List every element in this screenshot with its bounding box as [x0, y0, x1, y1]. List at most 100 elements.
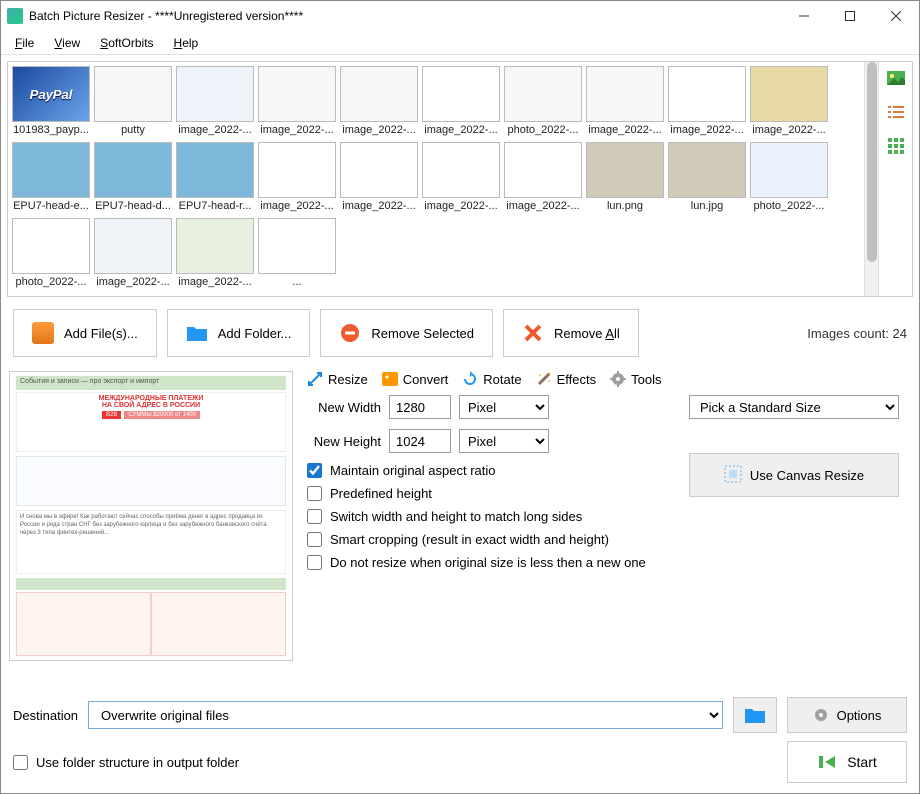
- bottom-panel: Destination Overwrite original files Opt…: [1, 689, 919, 793]
- thumbnail-item[interactable]: image_2022-...: [504, 142, 582, 214]
- browse-folder-button[interactable]: [733, 697, 777, 733]
- thumbnail-item[interactable]: image_2022-...: [258, 66, 336, 138]
- thumbnail-item[interactable]: lun.jpg: [668, 142, 746, 214]
- thumbnail-label: image_2022-...: [340, 124, 418, 136]
- close-icon: [891, 11, 901, 21]
- app-icon: [7, 8, 23, 24]
- thumbnail-item[interactable]: image_2022-...: [422, 142, 500, 214]
- thumbnail-image: [504, 142, 582, 198]
- add-files-button[interactable]: Add File(s)...: [13, 309, 157, 357]
- options-button[interactable]: Options: [787, 697, 907, 733]
- smart-cropping-checkbox[interactable]: [307, 532, 322, 547]
- thumbnail-item[interactable]: EPU7-head-d...: [94, 142, 172, 214]
- maintain-aspect-checkbox[interactable]: [307, 463, 322, 478]
- use-folder-structure-checkbox[interactable]: [13, 755, 28, 770]
- gallery-scrollbar[interactable]: [864, 62, 878, 296]
- thumbnail-item[interactable]: image_2022-...: [176, 218, 254, 290]
- tab-convert[interactable]: Convert: [382, 371, 449, 387]
- add-folder-label: Add Folder...: [218, 326, 292, 341]
- remove-selected-button[interactable]: Remove Selected: [320, 309, 493, 357]
- thumbnail-image: [750, 142, 828, 198]
- folder-icon: [186, 322, 208, 344]
- close-button[interactable]: [873, 1, 919, 31]
- preview-pane: События и записи — про экспорт и импорт …: [1, 363, 301, 689]
- app-window: Batch Picture Resizer - ****Unregistered…: [0, 0, 920, 794]
- remove-all-button[interactable]: Remove All: [503, 309, 639, 357]
- thumbnail-image: [422, 142, 500, 198]
- preview-image: События и записи — про экспорт и импорт …: [9, 371, 293, 661]
- thumbnail-image: [176, 142, 254, 198]
- browse-folder-icon: [744, 706, 766, 724]
- view-list-icon[interactable]: [886, 102, 906, 122]
- menu-view[interactable]: View: [46, 34, 88, 52]
- new-height-input[interactable]: [389, 429, 451, 453]
- thumbnail-image: [12, 142, 90, 198]
- thumbnail-gallery[interactable]: PayPal101983_payp...puttyimage_2022-...i…: [8, 62, 864, 296]
- thumbnail-item[interactable]: lun.png: [586, 142, 664, 214]
- action-bar: Add File(s)... Add Folder... Remove Sele…: [1, 303, 919, 363]
- thumbnail-image: [340, 66, 418, 122]
- thumbnail-image: [504, 66, 582, 122]
- start-button[interactable]: Start: [787, 741, 907, 783]
- tab-resize-label: Resize: [328, 372, 368, 387]
- thumbnail-item[interactable]: image_2022-...: [94, 218, 172, 290]
- thumbnail-item[interactable]: photo_2022-...: [750, 142, 828, 214]
- thumbnail-item[interactable]: image_2022-...: [750, 66, 828, 138]
- menu-help[interactable]: Help: [166, 34, 207, 52]
- thumbnail-image: [258, 142, 336, 198]
- tab-rotate[interactable]: Rotate: [462, 371, 521, 387]
- tab-resize[interactable]: Resize: [307, 371, 368, 387]
- smart-cropping-label: Smart cropping (result in exact width an…: [330, 532, 609, 547]
- thumbnail-label: image_2022-...: [422, 124, 500, 136]
- destination-select[interactable]: Overwrite original files: [88, 701, 723, 729]
- thumbnail-item[interactable]: ...: [258, 218, 336, 290]
- images-count: Images count: 24: [807, 326, 907, 341]
- standard-size-select[interactable]: Pick a Standard Size: [689, 395, 899, 419]
- thumbnail-item[interactable]: image_2022-...: [176, 66, 254, 138]
- thumbnail-item[interactable]: photo_2022-...: [504, 66, 582, 138]
- canvas-resize-button[interactable]: Use Canvas Resize: [689, 453, 899, 497]
- tab-tools-label: Tools: [631, 372, 661, 387]
- thumbnail-item[interactable]: EPU7-head-r...: [176, 142, 254, 214]
- no-resize-checkbox[interactable]: [307, 555, 322, 570]
- width-unit-select[interactable]: Pixel: [459, 395, 549, 419]
- predefined-height-checkbox[interactable]: [307, 486, 322, 501]
- thumbnail-image: [668, 66, 746, 122]
- switch-sides-checkbox[interactable]: [307, 509, 322, 524]
- thumbnail-item[interactable]: image_2022-...: [340, 142, 418, 214]
- thumbnail-item[interactable]: putty: [94, 66, 172, 138]
- tabs: Resize Convert Rotate Effects Tools: [301, 367, 909, 395]
- thumbnail-item[interactable]: image_2022-...: [668, 66, 746, 138]
- view-large-icon[interactable]: [886, 68, 906, 88]
- resize-icon: [307, 371, 323, 387]
- canvas-icon: [724, 465, 742, 486]
- add-folder-button[interactable]: Add Folder...: [167, 309, 311, 357]
- thumbnail-image: [586, 66, 664, 122]
- height-unit-select[interactable]: Pixel: [459, 429, 549, 453]
- tab-effects[interactable]: Effects: [536, 371, 597, 387]
- thumbnail-item[interactable]: PayPal101983_payp...: [12, 66, 90, 138]
- menu-file[interactable]: File: [7, 34, 42, 52]
- thumbnail-label: image_2022-...: [94, 276, 172, 288]
- thumbnail-label: image_2022-...: [258, 124, 336, 136]
- view-grid-icon[interactable]: [886, 136, 906, 156]
- thumbnail-item[interactable]: EPU7-head-e...: [12, 142, 90, 214]
- new-height-label: New Height: [301, 434, 381, 449]
- new-width-input[interactable]: [389, 395, 451, 419]
- thumbnail-item[interactable]: image_2022-...: [340, 66, 418, 138]
- thumbnail-label: image_2022-...: [176, 124, 254, 136]
- maximize-button[interactable]: [827, 1, 873, 31]
- thumbnail-label: EPU7-head-r...: [176, 200, 254, 212]
- thumbnail-item[interactable]: image_2022-...: [422, 66, 500, 138]
- thumbnail-item[interactable]: photo_2022-...: [12, 218, 90, 290]
- thumbnail-item[interactable]: image_2022-...: [586, 66, 664, 138]
- tab-tools[interactable]: Tools: [610, 371, 661, 387]
- thumbnail-label: EPU7-head-e...: [12, 200, 90, 212]
- minimize-button[interactable]: [781, 1, 827, 31]
- menu-softorbits[interactable]: SoftOrbits: [92, 34, 161, 52]
- scrollbar-thumb[interactable]: [867, 62, 877, 262]
- options-label: Options: [837, 708, 882, 723]
- tab-effects-label: Effects: [557, 372, 597, 387]
- thumbnail-item[interactable]: image_2022-...: [258, 142, 336, 214]
- thumbnail-image: [176, 66, 254, 122]
